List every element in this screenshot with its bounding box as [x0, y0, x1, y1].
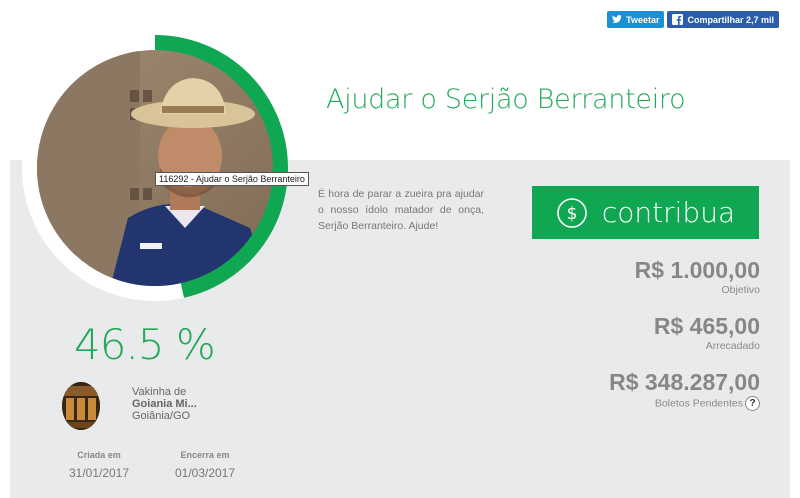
raised-stat: R$ 465,00 Arrecadado: [654, 313, 760, 352]
campaign-title: Ajudar o Serjão Berranteiro: [326, 84, 686, 115]
campaign-description: É hora de parar a zueira pra ajudar o no…: [318, 188, 484, 232]
raised-label: Arrecadado: [705, 340, 760, 352]
progress-ring: [22, 35, 288, 301]
dollar-circle-icon: $: [557, 197, 587, 228]
goal-label: Objetivo: [721, 284, 760, 296]
tweet-label: Tweetar: [626, 14, 660, 25]
ends-label: Encerra em: [180, 450, 230, 460]
owner-name[interactable]: Goiania Mi...: [132, 398, 197, 410]
facebook-icon: [672, 14, 684, 25]
pending-amount: R$ 348.287,00: [609, 369, 760, 395]
owner-info: Vakinha de Goiania Mi... Goiânia/GO: [132, 386, 197, 422]
goal-amount: R$ 1.000,00: [634, 257, 760, 283]
twitter-bird-icon: [612, 15, 623, 23]
owner-location: Goiânia/GO: [132, 410, 191, 422]
share-bar: Tweetar Compartilhar 2,7 mil: [607, 11, 779, 28]
campaign-photo-area: [10, 28, 300, 308]
svg-text:$: $: [566, 204, 577, 224]
ends-value: 01/03/2017: [174, 466, 236, 480]
raised-amount: R$ 465,00: [653, 313, 760, 339]
photo-tooltip: 116292 - Ajudar o Serjão Berranteiro: [155, 172, 309, 186]
help-icon[interactable]: ?: [745, 396, 760, 411]
progress-percent: 46.5 %: [74, 320, 216, 369]
tweet-button[interactable]: Tweetar: [607, 11, 665, 28]
pending-stat: R$ 348.287,00 Boletos Pendentes?: [609, 369, 760, 411]
share-label: Compartilhar 2,7 mil: [687, 14, 774, 25]
owner-prefix: Vakinha de: [132, 386, 187, 398]
owner-avatar[interactable]: [62, 382, 100, 430]
contribute-label: contribua: [601, 196, 736, 229]
contribute-button[interactable]: $ contribua: [532, 186, 759, 239]
created-label: Criada em: [77, 450, 121, 460]
created-date: Criada em 31/01/2017: [62, 450, 136, 480]
goal-stat: R$ 1.000,00 Objetivo: [635, 257, 760, 296]
end-date: Encerra em 01/03/2017: [168, 450, 242, 480]
created-value: 31/01/2017: [68, 466, 130, 480]
pending-label-row: Boletos Pendentes?: [609, 396, 760, 411]
facebook-share-button[interactable]: Compartilhar 2,7 mil: [667, 11, 779, 28]
pending-label: Boletos Pendentes: [654, 397, 743, 410]
